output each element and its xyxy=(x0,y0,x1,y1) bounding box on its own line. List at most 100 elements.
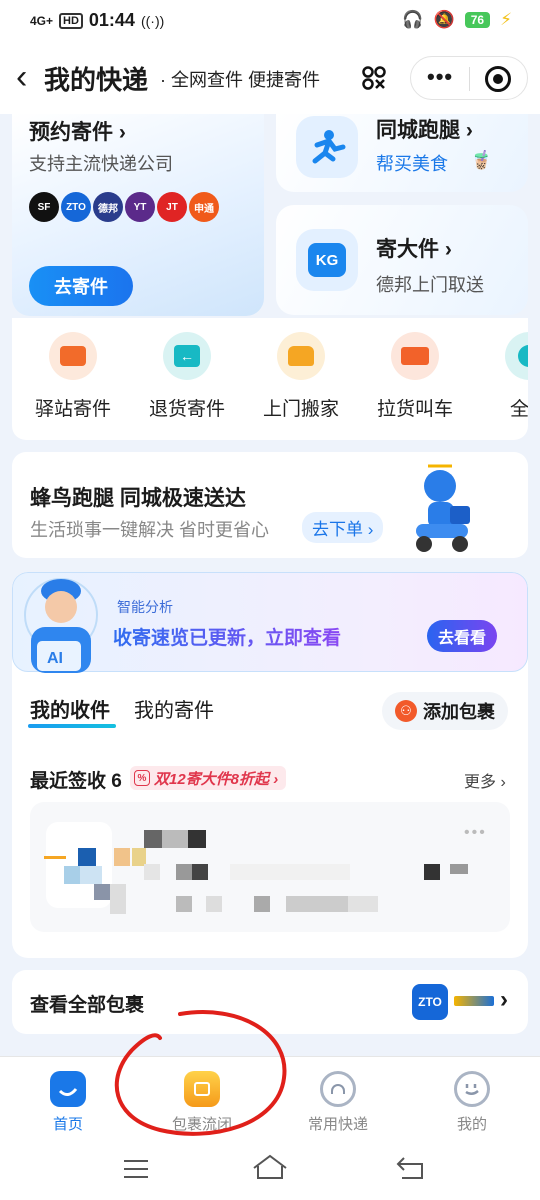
smiley-icon xyxy=(454,1071,490,1107)
nav-mine[interactable]: 我的 xyxy=(422,1071,522,1134)
pixelated-block xyxy=(424,864,440,880)
global-icon xyxy=(505,332,528,380)
pixelated-block xyxy=(144,864,160,880)
runner-icon xyxy=(296,116,358,178)
service-label: 上门搬家 xyxy=(262,399,339,420)
nav-common-couriers[interactable]: 常用快递 xyxy=(288,1071,388,1134)
signal-indicator: 4G+ xyxy=(30,13,54,28)
page-subtitle: · 全网查件 便捷寄件 xyxy=(160,70,320,90)
service-return-shipping[interactable]: ← 退货寄件 xyxy=(132,332,242,421)
speed-line-icon xyxy=(44,856,66,859)
app-header: ‹ 我的快递 · 全网查件 便捷寄件 ••• xyxy=(0,42,540,114)
appointment-subtitle: 支持主流快递公司 xyxy=(29,154,173,174)
svg-text:AI: AI xyxy=(47,650,63,667)
back-key-icon[interactable] xyxy=(396,1156,426,1185)
service-station-shipping[interactable]: 驿站寄件 xyxy=(18,332,128,421)
discount-icon: % xyxy=(134,770,150,786)
pixelated-block xyxy=(348,896,378,912)
service-freight[interactable]: 拉货叫车 xyxy=(360,332,470,421)
sto-logo: 申通 xyxy=(189,192,219,222)
scan-icon[interactable] xyxy=(354,58,394,98)
return-icon: ← xyxy=(163,332,211,380)
errand-subtitle: 帮买美食 xyxy=(376,154,448,174)
kg-icon: KG xyxy=(296,229,358,291)
zto-logo: ZTO xyxy=(61,192,91,222)
ems-logo xyxy=(454,996,494,1006)
home-icon xyxy=(50,1071,86,1107)
more-link[interactable]: 更多 › xyxy=(464,768,506,792)
appointment-shipping-card[interactable]: 预约寄件 › 支持主流快递公司 SF ZTO 德邦 YT JT 申通 去寄件 xyxy=(12,114,264,316)
pixelated-block xyxy=(114,848,130,866)
charging-icon: ⚡ xyxy=(500,10,512,29)
tab-sent[interactable]: 我的寄件 xyxy=(134,694,214,723)
service-global[interactable]: 全球 xyxy=(474,332,528,421)
pixelated-block xyxy=(230,864,350,880)
smart-analysis-banner[interactable]: AI 智能分析 收寄速览已更新，立即查看 去看看 xyxy=(12,572,528,673)
service-shortcuts: 驿站寄件 ← 退货寄件 上门搬家 拉货叫车 全球 xyxy=(12,318,528,440)
pixelated-block xyxy=(110,884,126,914)
view-all-packages-row[interactable]: 查看全部包裹 ZTO › xyxy=(12,970,528,1034)
package-item-card[interactable]: ••• xyxy=(30,802,510,932)
pixelated-block xyxy=(206,896,222,912)
view-analysis-button[interactable]: 去看看 xyxy=(427,620,497,652)
service-label: 驿站寄件 xyxy=(34,399,111,420)
package-menu-icon[interactable]: ••• xyxy=(464,824,487,842)
same-city-errand-card[interactable]: 同城跑腿 › 帮买美食 🧋 xyxy=(276,114,528,192)
gift-box-icon xyxy=(184,1071,220,1107)
zto-logo: ZTO xyxy=(412,984,448,1020)
tab-received[interactable]: 我的收件 xyxy=(30,694,110,723)
system-navigation-bar xyxy=(0,1144,540,1200)
station-icon xyxy=(49,332,97,380)
view-all-label: 查看全部包裹 xyxy=(30,995,145,1016)
nav-label: 我的 xyxy=(456,1116,487,1133)
smart-analysis-text: 收寄速览已更新，立即查看 xyxy=(113,623,341,650)
promo-subtitle: 生活琐事一键解决 省时更省心 xyxy=(30,520,269,540)
hd-badge: HD xyxy=(59,12,83,29)
double12-promo-tag[interactable]: % 双12寄大件8折起 › xyxy=(130,766,287,790)
bottom-navigation: 首页 包裹流闭 常用快递 我的 xyxy=(0,1056,540,1144)
service-label: 全球 xyxy=(509,399,528,420)
drink-icon: 🧋 xyxy=(470,150,493,170)
headphone-icon: 🎧 xyxy=(402,10,424,29)
appointment-title: 预约寄件 › xyxy=(29,121,126,144)
go-ship-button[interactable]: 去寄件 xyxy=(29,266,133,306)
chevron-right-icon: › xyxy=(500,986,508,1013)
package-icon: ⚇ xyxy=(395,700,417,722)
pixelated-block xyxy=(450,864,468,874)
pixelated-block xyxy=(286,896,348,912)
add-package-label: 添加包裹 xyxy=(423,702,495,722)
back-icon[interactable]: ‹ xyxy=(16,60,27,94)
pixelated-block xyxy=(78,848,96,866)
page-title: 我的快递 xyxy=(44,65,149,95)
pixelated-block xyxy=(162,830,188,848)
wifi-icon: ((·)) xyxy=(140,12,165,29)
promo-title: 蜂鸟跑腿 同城极速送达 xyxy=(30,487,246,510)
pixelated-block xyxy=(176,864,192,880)
double12-promo-label: 双12寄大件8折起 › xyxy=(154,770,279,788)
pixelated-block xyxy=(176,896,192,912)
close-mini-program-icon[interactable] xyxy=(485,66,511,92)
packages-panel: AI 智能分析 收寄速览已更新，立即查看 去看看 我的收件 我的寄件 ⚇ 添加包… xyxy=(12,572,528,958)
capsule-divider xyxy=(469,67,470,91)
home-key-icon[interactable] xyxy=(252,1154,288,1185)
service-moving[interactable]: 上门搬家 xyxy=(246,332,356,421)
big-item-subtitle: 德邦上门取送 xyxy=(376,275,484,295)
pixelated-block xyxy=(94,884,110,900)
order-now-button[interactable]: 去下单 › xyxy=(302,512,384,543)
clock: 01:44 xyxy=(88,10,135,30)
nav-home[interactable]: 首页 xyxy=(18,1071,118,1134)
service-label: 拉货叫车 xyxy=(376,399,453,420)
nav-label: 包裹流闭 xyxy=(171,1116,232,1133)
battery-indicator: 76 xyxy=(464,12,491,28)
truck-icon xyxy=(391,332,439,380)
add-package-button[interactable]: ⚇ 添加包裹 xyxy=(382,692,508,730)
mini-program-capsule: ••• xyxy=(410,56,528,100)
pixelated-block xyxy=(188,830,206,848)
more-icon[interactable]: ••• xyxy=(427,64,453,90)
pixelated-block xyxy=(80,866,102,884)
big-item-shipping-card[interactable]: KG 寄大件 › 德邦上门取送 xyxy=(276,205,528,315)
pixelated-block xyxy=(64,866,80,884)
nav-package-flow[interactable]: 包裹流闭 xyxy=(152,1071,252,1134)
fengniao-promo-banner[interactable]: 蜂鸟跑腿 同城极速送达 生活琐事一键解决 省时更省心 去下单 › xyxy=(12,452,528,558)
menu-icon[interactable] xyxy=(122,1158,150,1185)
